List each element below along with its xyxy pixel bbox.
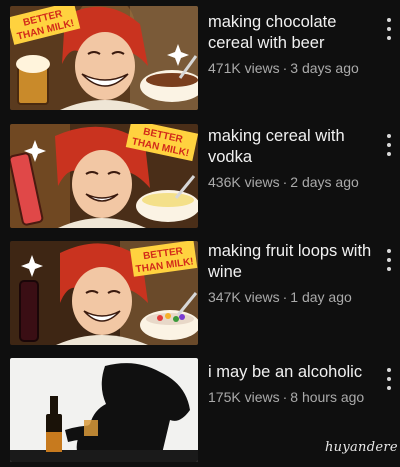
upload-age: 1 day ago bbox=[290, 289, 352, 305]
video-meta: making cereal with vodka 436K views · 2 da… bbox=[208, 126, 376, 191]
upload-age: 2 days ago bbox=[290, 174, 359, 190]
view-count: 471K views bbox=[208, 60, 280, 76]
video-thumbnail[interactable]: BETTER THAN MILK! bbox=[10, 6, 198, 110]
separator: · bbox=[282, 174, 288, 190]
video-feed: BETTER THAN MILK! making chocolate cerea… bbox=[0, 0, 400, 467]
video-meta: making chocolate cereal with beer 471K v… bbox=[208, 12, 376, 77]
separator: · bbox=[282, 60, 288, 76]
view-count: 436K views bbox=[208, 174, 280, 190]
view-count: 347K views bbox=[208, 289, 280, 305]
video-meta: making fruit loops with wine 347K views ·… bbox=[208, 241, 376, 306]
video-stats: 471K views · 3 days ago bbox=[208, 60, 376, 77]
video-stats: 347K views · 1 day ago bbox=[208, 289, 376, 306]
more-options-icon[interactable] bbox=[384, 134, 394, 156]
thumbnail-illustration: BETTER THAN MILK! bbox=[10, 6, 198, 110]
separator: · bbox=[282, 289, 288, 305]
more-options-icon[interactable] bbox=[384, 249, 394, 271]
thumbnail-illustration: BETTER THAN MILK! bbox=[10, 241, 198, 345]
video-title[interactable]: making chocolate cereal with beer bbox=[208, 12, 376, 54]
separator: · bbox=[282, 389, 288, 405]
view-count: 175K views bbox=[208, 389, 280, 405]
more-options-icon[interactable] bbox=[384, 368, 394, 390]
thumbnail-illustration: BETTER THAN MILK! bbox=[10, 124, 198, 228]
video-title[interactable]: making cereal with vodka bbox=[208, 126, 376, 168]
more-options-icon[interactable] bbox=[384, 18, 394, 40]
video-thumbnail[interactable]: BETTER THAN MILK! bbox=[10, 124, 198, 228]
video-title[interactable]: making fruit loops with wine bbox=[208, 241, 376, 283]
video-title[interactable]: i may be an alcoholic bbox=[208, 362, 376, 383]
video-thumbnail[interactable]: BETTER THAN MILK! bbox=[10, 241, 198, 345]
upload-age: 3 days ago bbox=[290, 60, 359, 76]
video-stats: 175K views · 8 hours ago bbox=[208, 389, 376, 406]
video-meta: i may be an alcoholic 175K views · 8 hours… bbox=[208, 362, 376, 406]
artist-signature: huyandere bbox=[325, 440, 398, 455]
upload-age: 8 hours ago bbox=[290, 389, 365, 405]
thumbnail-illustration bbox=[10, 358, 198, 462]
video-stats: 436K views · 2 days ago bbox=[208, 174, 376, 191]
video-thumbnail[interactable] bbox=[10, 358, 198, 462]
